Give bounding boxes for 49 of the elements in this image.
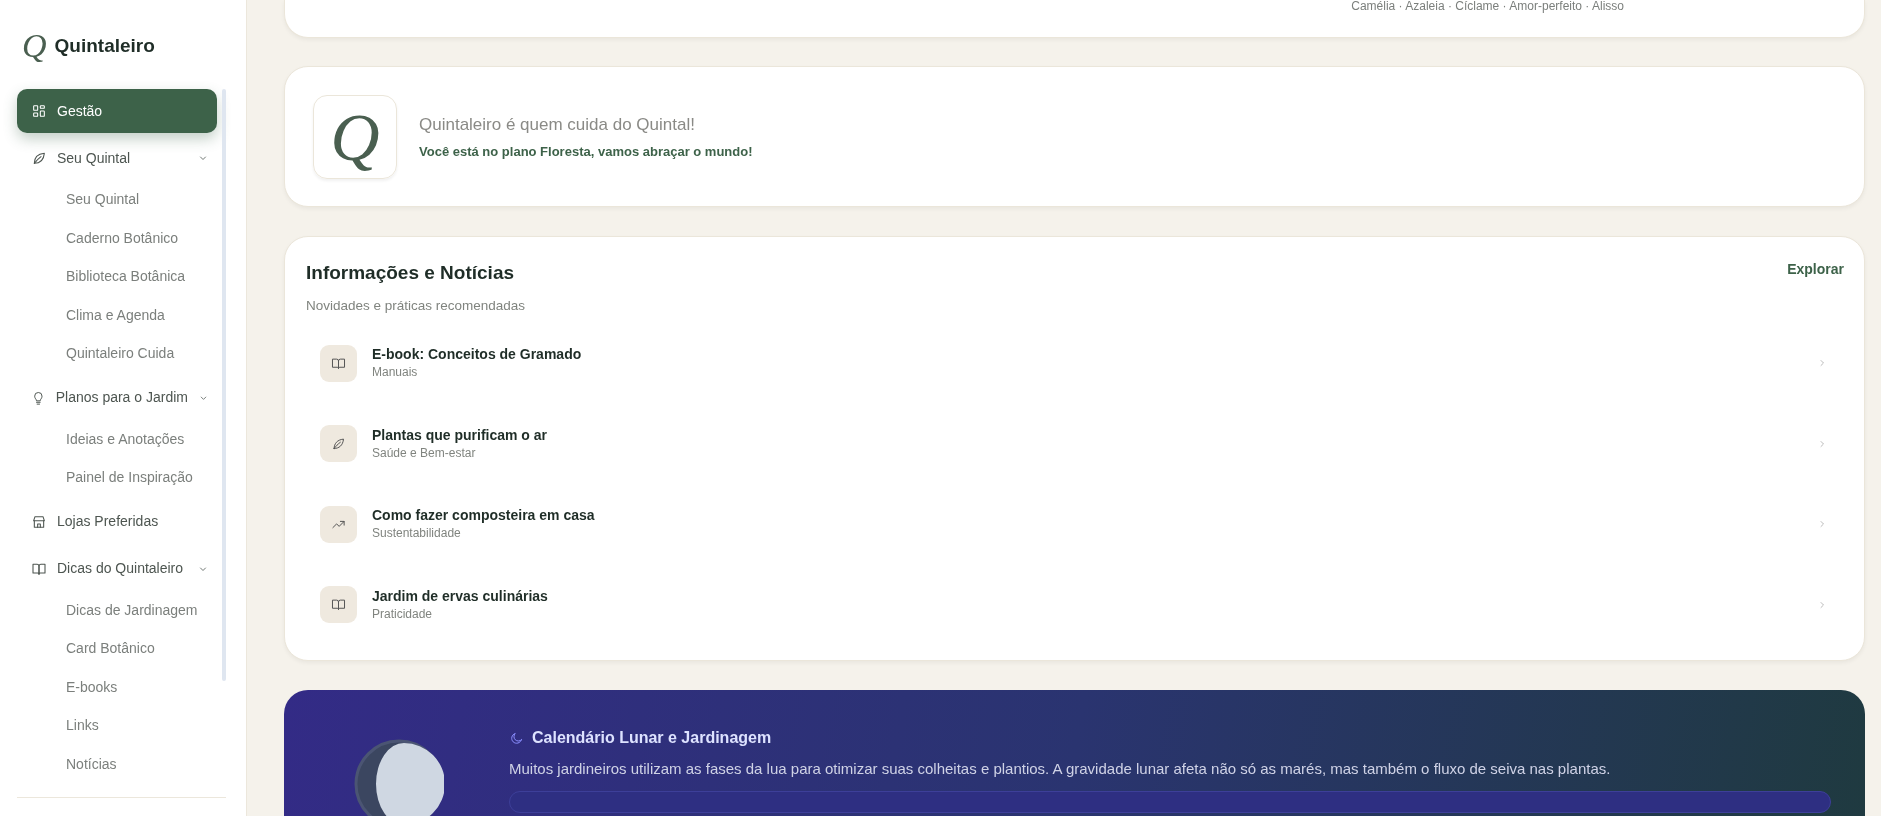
moon-icon (509, 730, 524, 746)
section-subtitle: Novidades e práticas recomendadas (306, 296, 526, 315)
news-item[interactable]: Plantas que purificam o ar Saúde e Bem-estar (306, 403, 1844, 484)
news-category: Manuais (372, 364, 419, 381)
news-item[interactable]: Como fazer composteira em casa Sustentabilidade (306, 483, 1844, 565)
leaf-icon (31, 150, 47, 166)
explore-link[interactable]: Explorar (1787, 259, 1844, 280)
news-title: Jardim de ervas culinárias (372, 586, 549, 605)
news-item[interactable]: Jardim de ervas culinárias Praticidade (306, 564, 1844, 645)
news-title: Plantas que purificam o ar (372, 425, 549, 444)
sidebar-subitem[interactable]: Notícias (17, 744, 217, 783)
grid-icon (31, 103, 47, 119)
brand-logo: Q (22, 28, 47, 64)
book-icon (331, 597, 346, 612)
lunar-title: Calendário Lunar e Jardinagem (532, 728, 772, 748)
store-icon (31, 513, 47, 530)
news-item[interactable]: E-book: Conceitos de Gramado Manuais (306, 322, 1844, 404)
sidebar-subitem[interactable]: Card Botânico (17, 629, 217, 668)
news-title: E-book: Conceitos de Gramado (372, 345, 583, 363)
sidebar-subitem[interactable]: Ideias e Anotações (17, 419, 217, 458)
welcome-title: Quintaleiro é quem cuida do Quintal! (419, 114, 696, 136)
news-category: Praticidade (372, 605, 434, 623)
sidebar-item[interactable]: Gestão (17, 89, 217, 133)
scrollbar[interactable] (222, 89, 226, 681)
logo-mark: Q (330, 101, 380, 172)
lightbulb-icon (31, 389, 46, 406)
sidebar-subitem[interactable]: Quintaleiro Cuida (17, 334, 217, 373)
sidebar-item[interactable]: Seu Quintal (17, 136, 217, 180)
sidebar-subitem[interactable]: Biblioteca Botânica (17, 257, 217, 296)
sidebar-subitem[interactable]: Painel de Inspiração (17, 458, 217, 497)
sidebar-item[interactable]: Dicas do Quintaleiro (17, 546, 217, 591)
lunar-text: Muitos jardineiros utilizam as fases da lua para otimizar suas colheitas e plantios. A gravidade lunar afeta não só as marés, mas também o fluxo de seiva nas plantas. (509, 759, 1612, 779)
brand-name: Quintaleiro (54, 33, 155, 58)
book-icon (331, 355, 346, 371)
news-category: Sustentabilidade (372, 525, 462, 542)
sidebar-subitem[interactable]: E-books (17, 667, 217, 706)
leaf-icon (331, 436, 346, 451)
sidebar-item[interactable]: Planos para o Jardim (17, 375, 217, 420)
plan-message: Você está no plano Floresta, vamos abraçar o mundo! (419, 142, 753, 161)
sidebar-subitem[interactable]: Links (17, 706, 217, 745)
section-title: Informações e Notícias (306, 261, 516, 285)
sidebar-item[interactable]: Lojas Preferidas (17, 499, 217, 544)
news-title: Como fazer composteira em casa (372, 506, 596, 524)
flower-list: Camélia · Azaleia · Cíclame · Amor-perfeito · Alisso (1351, 0, 1624, 12)
sidebar-subitem[interactable]: Dicas de Jardinagem (17, 590, 217, 629)
sidebar-subitem[interactable]: Seu Quintal (17, 180, 217, 219)
sidebar-subitem[interactable]: Clima e Agenda (17, 295, 217, 334)
sidebar-subitem[interactable]: Caderno Botânico (17, 218, 217, 257)
news-category: Saúde e Bem-estar (372, 444, 477, 462)
